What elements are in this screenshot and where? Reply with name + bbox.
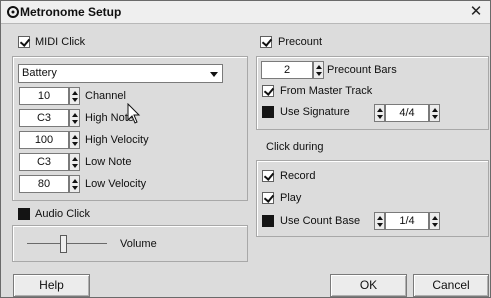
signature-spinner-left-icon[interactable]: [374, 104, 385, 122]
use-count-base-checkbox[interactable]: [262, 215, 274, 227]
window-title: Metronome Setup: [20, 5, 122, 19]
volume-label: Volume: [120, 238, 157, 250]
low-velocity-spinner-icon[interactable]: [69, 175, 80, 193]
volume-slider-track[interactable]: [27, 243, 107, 244]
use-signature-checkbox[interactable]: [262, 106, 274, 118]
click-during-label: Click during: [266, 141, 324, 153]
high-note-spinner-icon[interactable]: [69, 109, 80, 127]
metronome-app-icon: [7, 6, 19, 18]
low-note-label: Low Note: [85, 156, 132, 168]
from-master-track-label: From Master Track: [280, 85, 373, 97]
record-checkbox[interactable]: [262, 170, 274, 182]
signature-spinner-right-icon[interactable]: [429, 104, 440, 122]
precount-bars-label: Precount Bars: [327, 64, 397, 76]
use-count-base-label: Use Count Base: [280, 215, 361, 227]
close-icon[interactable]: ✕: [468, 3, 484, 21]
high-velocity-value[interactable]: 100: [19, 131, 69, 149]
high-velocity-label: High Velocity: [85, 134, 149, 146]
record-label: Record: [280, 170, 316, 182]
chevron-down-icon: [210, 72, 218, 77]
high-note-value[interactable]: C3: [19, 109, 69, 127]
instrument-dropdown-value: Battery: [22, 67, 57, 79]
low-velocity-value[interactable]: 80: [19, 175, 69, 193]
precount-checkbox[interactable]: [260, 36, 272, 48]
low-velocity-label: Low Velocity: [85, 178, 147, 190]
count-base-spinner-right-icon[interactable]: [429, 212, 440, 230]
midi-click-checkbox[interactable]: [18, 36, 30, 48]
precount-bars-spinner-icon[interactable]: [313, 61, 324, 79]
channel-label: Channel: [85, 90, 126, 102]
instrument-dropdown[interactable]: Battery: [18, 64, 223, 83]
mouse-pointer-icon: [127, 103, 141, 124]
volume-slider-thumb[interactable]: [60, 235, 67, 253]
help-button[interactable]: Help: [13, 274, 90, 297]
from-master-track-checkbox[interactable]: [262, 85, 274, 97]
use-signature-label: Use Signature: [280, 106, 350, 118]
metronome-setup-dialog: Metronome Setup ✕ MIDI Click Battery 10 …: [0, 0, 491, 298]
play-label: Play: [280, 192, 302, 204]
ok-button[interactable]: OK: [330, 274, 407, 297]
channel-spinner-icon[interactable]: [69, 87, 80, 105]
count-base-spinner-left-icon[interactable]: [374, 212, 385, 230]
title-bar: Metronome Setup ✕: [1, 1, 490, 24]
cancel-button[interactable]: Cancel: [413, 274, 489, 297]
audio-click-checkbox[interactable]: [18, 208, 30, 220]
audio-click-label: Audio Click: [35, 208, 91, 220]
precount-bars-value[interactable]: 2: [261, 61, 313, 79]
play-checkbox[interactable]: [262, 192, 274, 204]
signature-value[interactable]: 4/4: [385, 104, 429, 122]
low-note-spinner-icon[interactable]: [69, 153, 80, 171]
high-velocity-spinner-icon[interactable]: [69, 131, 80, 149]
low-note-value[interactable]: C3: [19, 153, 69, 171]
precount-label: Precount: [278, 36, 323, 48]
count-base-value[interactable]: 1/4: [385, 212, 429, 230]
channel-value[interactable]: 10: [19, 87, 69, 105]
midi-click-label: MIDI Click: [35, 36, 86, 48]
